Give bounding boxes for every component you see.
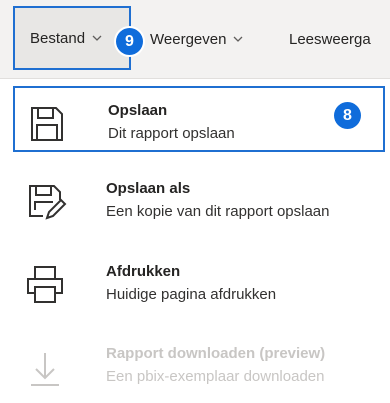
- download-icon: [31, 353, 59, 386]
- save-icon: [31, 107, 63, 141]
- menu-item-print-title: Afdrukken: [106, 263, 181, 280]
- menu-reading-view[interactable]: Leesweerga: [289, 0, 371, 78]
- file-dropdown: Opslaan Dit rapport opslaan Opslaan als …: [0, 79, 390, 403]
- menu-item-save-as-title: Opslaan als: [106, 180, 191, 197]
- menu-view-label: Weergeven: [150, 30, 227, 48]
- menu-item-save[interactable]: Opslaan Dit rapport opslaan: [13, 86, 385, 152]
- menu-view[interactable]: Weergeven: [150, 0, 244, 78]
- chevron-down-icon: [92, 35, 102, 41]
- menu-file-label: Bestand: [30, 29, 86, 47]
- menu-item-save-as-desc: Een kopie van dit rapport opslaan: [106, 203, 330, 220]
- menu-item-print-desc: Huidige pagina afdrukken: [106, 286, 277, 303]
- menu-file[interactable]: Bestand: [13, 6, 131, 70]
- print-icon: [27, 266, 63, 303]
- file-menu-screen: Bestand Weergeven Leesweerga 9 Opslaan D…: [0, 0, 390, 403]
- menu-bar: Bestand Weergeven Leesweerga: [0, 0, 390, 79]
- menu-reading-view-label: Leesweerga: [289, 30, 371, 48]
- menu-item-save-title: Opslaan: [108, 102, 168, 119]
- menu-item-download-desc: Een pbix-exemplaar downloaden: [106, 368, 325, 385]
- menu-item-download-title: Rapport downloaden (preview): [106, 345, 326, 362]
- chevron-down-icon: [233, 36, 243, 42]
- step-badge: 8: [334, 102, 361, 129]
- menu-item-save-desc: Dit rapport opslaan: [108, 125, 235, 142]
- save-as-icon: [29, 185, 67, 220]
- step-badge: 9: [116, 28, 143, 55]
- menu-item-print[interactable]: Afdrukken Huidige pagina afdrukken: [13, 249, 385, 315]
- menu-item-download: Rapport downloaden (preview) Een pbix-ex…: [13, 331, 385, 397]
- menu-item-save-as[interactable]: Opslaan als Een kopie van dit rapport op…: [13, 166, 385, 232]
